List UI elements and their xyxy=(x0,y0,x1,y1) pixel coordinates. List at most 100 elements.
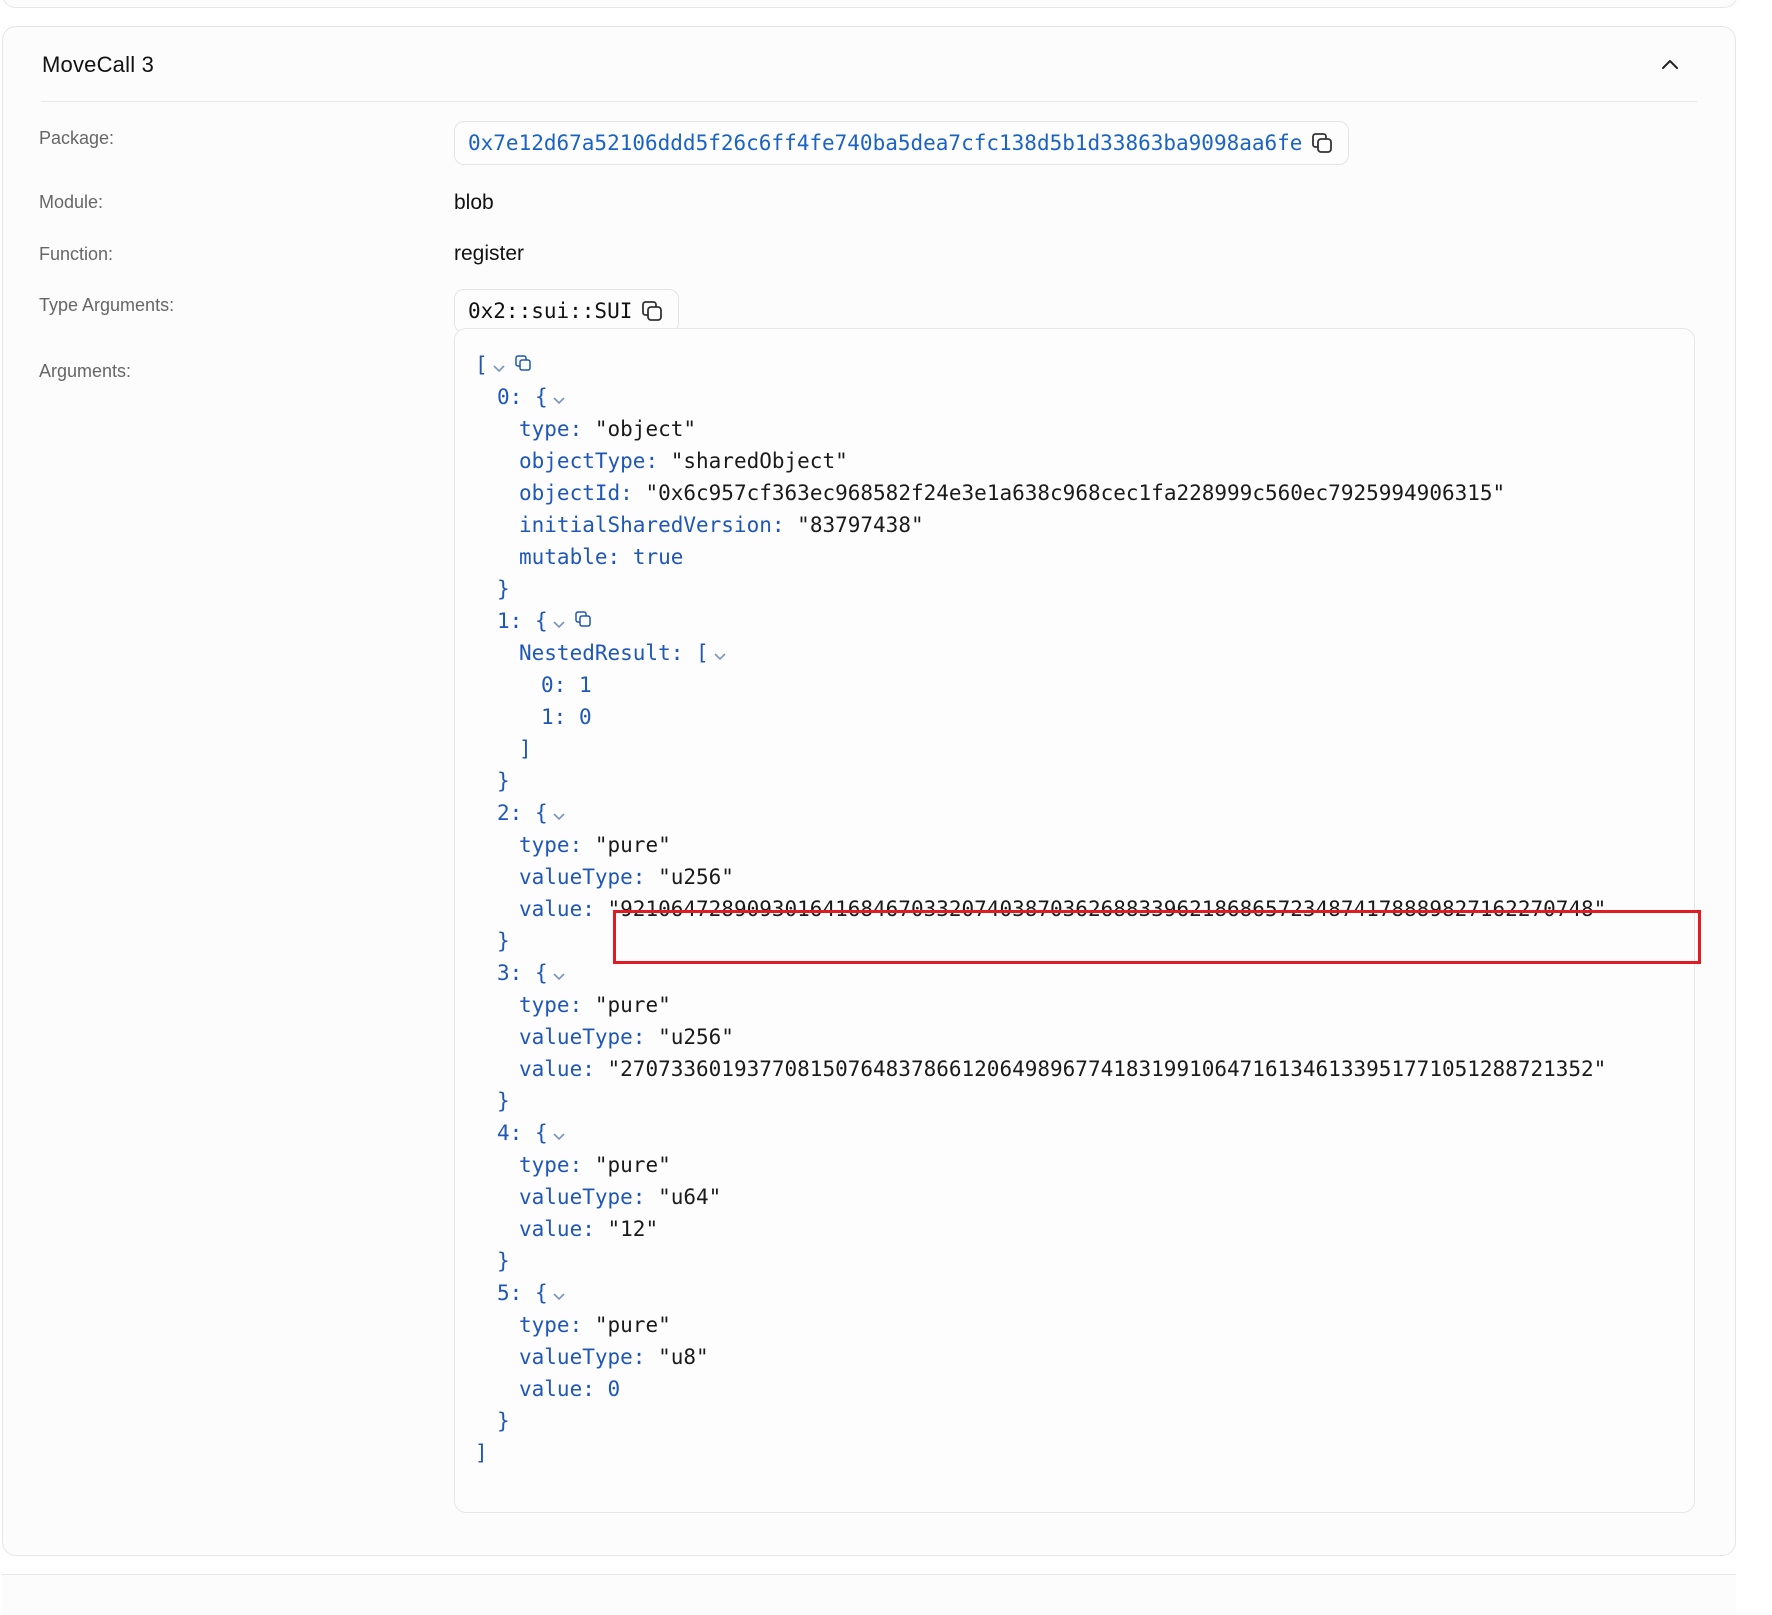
chevron-down-icon[interactable] xyxy=(551,1278,567,1310)
json-key: value xyxy=(519,1377,583,1401)
json-key: initialSharedVersion xyxy=(519,513,772,537)
json-entry: value: 0 xyxy=(519,1377,621,1401)
argument-index: 1 xyxy=(497,609,510,633)
json-key: objectId xyxy=(519,481,621,505)
json-value: "u256" xyxy=(658,1025,734,1049)
argument-5-header: 5: { xyxy=(497,1277,567,1309)
copy-type-argument-button[interactable] xyxy=(640,299,664,323)
type-argument-value: 0x2::sui::SUI xyxy=(468,299,633,323)
json-value: 0 xyxy=(607,1377,621,1401)
previous-card xyxy=(2,0,1738,8)
copy-argument-button[interactable] xyxy=(573,606,593,638)
next-card xyxy=(2,1574,1736,1615)
object-close: } xyxy=(497,769,510,793)
chevron-down-icon[interactable] xyxy=(551,1118,567,1150)
chevron-down-icon[interactable] xyxy=(551,382,567,414)
json-value: 1 xyxy=(578,673,592,697)
argument-index: 2 xyxy=(497,801,510,825)
argument-4-header: 4: { xyxy=(497,1117,567,1149)
json-entry: valueType: "u256" xyxy=(519,865,734,889)
json-key: value xyxy=(519,1217,583,1241)
collapse-button[interactable] xyxy=(1655,49,1685,79)
function-value: register xyxy=(454,242,525,265)
card-title: MoveCall 3 xyxy=(42,52,155,77)
copy-json-button[interactable] xyxy=(513,350,533,382)
nested-item: 1: 0 xyxy=(541,705,592,729)
chevron-up-icon xyxy=(1662,60,1678,69)
json-value: "pure" xyxy=(594,1313,671,1337)
nested-result-header: NestedResult: [ xyxy=(519,637,728,669)
argument-index: 3 xyxy=(497,961,510,985)
nested-item: 0: 1 xyxy=(541,673,592,697)
json-entry: valueType: "u64" xyxy=(519,1185,722,1209)
object-close: } xyxy=(497,577,510,601)
object-close: } xyxy=(497,1409,510,1433)
function-label: Function: xyxy=(39,244,114,264)
chevron-down-icon[interactable] xyxy=(712,638,728,670)
json-entry: type: "pure" xyxy=(519,833,671,857)
array-open-line: [ xyxy=(475,349,533,381)
json-value: "270733601937708150764837866120649896774… xyxy=(607,1057,1607,1081)
argument-1-header: 1: { xyxy=(497,605,593,637)
json-entry: initialSharedVersion: "83797438" xyxy=(519,513,924,537)
chevron-down-icon[interactable] xyxy=(551,958,567,990)
highlight-box xyxy=(613,910,1701,964)
json-value: "12" xyxy=(607,1217,659,1241)
card-header[interactable]: MoveCall 3 xyxy=(3,27,1735,101)
json-value: "u64" xyxy=(658,1185,722,1209)
json-entry: valueType: "u8" xyxy=(519,1345,709,1369)
header-divider xyxy=(41,101,1697,102)
argument-index: 0 xyxy=(497,385,510,409)
module-value: blob xyxy=(454,191,494,214)
argument-index: 5 xyxy=(497,1281,510,1305)
json-value: "pure" xyxy=(594,1153,671,1177)
copy-icon xyxy=(642,301,663,321)
json-key: valueType xyxy=(519,1345,633,1369)
json-key: mutable xyxy=(519,545,608,569)
argument-0-header: 0: { xyxy=(497,381,567,413)
json-key: 1 xyxy=(541,705,554,729)
json-entry: objectId: "0x6c957cf363ec968582f24e3e1a6… xyxy=(519,481,1506,505)
json-entry: value: "12" xyxy=(519,1217,659,1241)
json-key: valueType xyxy=(519,865,633,889)
json-key: type xyxy=(519,993,570,1017)
json-entry: mutable: true xyxy=(519,545,684,569)
package-address-link[interactable]: 0x7e12d67a52106ddd5f26c6ff4fe740ba5dea7c… xyxy=(468,131,1302,155)
json-value: "u256" xyxy=(658,865,734,889)
package-label: Package: xyxy=(39,128,115,148)
json-value: "pure" xyxy=(594,993,671,1017)
json-entry: type: "pure" xyxy=(519,1313,671,1337)
copy-icon xyxy=(574,611,591,627)
json-value: "pure" xyxy=(594,833,671,857)
json-value: "object" xyxy=(594,417,697,441)
package-chip: 0x7e12d67a52106ddd5f26c6ff4fe740ba5dea7c… xyxy=(454,121,1350,165)
json-key: type xyxy=(519,833,570,857)
json-entry: objectType: "sharedObject" xyxy=(519,449,848,473)
json-entry: type: "object" xyxy=(519,417,697,441)
argument-2-header: 2: { xyxy=(497,797,567,829)
json-value: "0x6c957cf363ec968582f24e3e1a638c968cec1… xyxy=(645,481,1506,505)
json-entry: type: "pure" xyxy=(519,1153,671,1177)
object-close: } xyxy=(497,1249,510,1273)
json-value: "sharedObject" xyxy=(670,449,848,473)
json-entry: type: "pure" xyxy=(519,993,671,1017)
json-key: valueType xyxy=(519,1185,633,1209)
json-key: value xyxy=(519,897,583,921)
array-close: ] xyxy=(519,737,532,761)
json-key: type xyxy=(519,1313,570,1337)
chevron-down-icon[interactable] xyxy=(551,606,567,638)
chevron-down-icon[interactable] xyxy=(491,350,507,382)
json-key: NestedResult xyxy=(519,641,671,665)
chevron-down-icon[interactable] xyxy=(551,798,567,830)
json-value: "u8" xyxy=(658,1345,709,1369)
type-argument-chip: 0x2::sui::SUI xyxy=(454,289,680,333)
array-close-line: ] xyxy=(475,1441,488,1465)
json-value: 0 xyxy=(578,705,592,729)
object-close: } xyxy=(497,929,510,953)
json-key: value xyxy=(519,1057,583,1081)
object-close: } xyxy=(497,1089,510,1113)
copy-package-button[interactable] xyxy=(1310,131,1334,155)
arguments-label: Arguments: xyxy=(39,361,132,381)
type-arguments-label: Type Arguments: xyxy=(39,295,175,315)
copy-icon xyxy=(1312,133,1333,153)
